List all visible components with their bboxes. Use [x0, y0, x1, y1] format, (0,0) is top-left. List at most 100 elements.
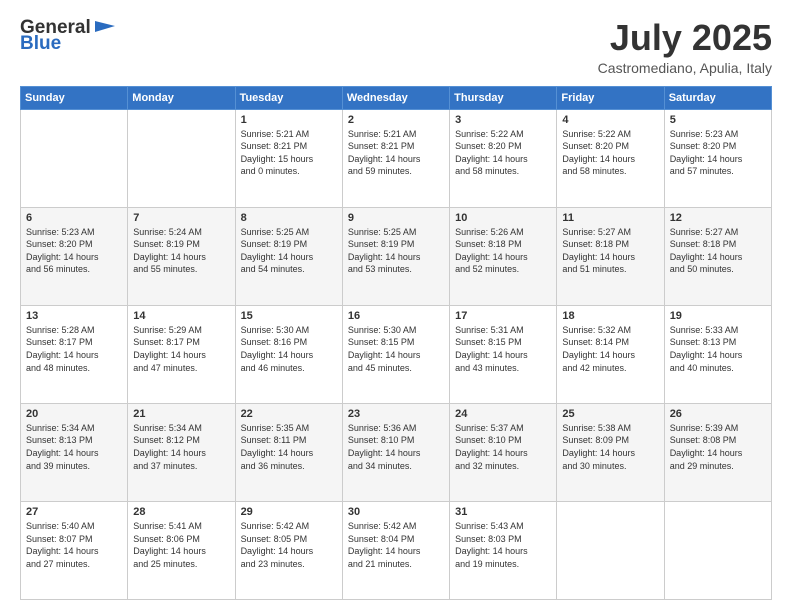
calendar-day-cell: 12Sunrise: 5:27 AMSunset: 8:18 PMDayligh…: [664, 207, 771, 305]
calendar-day-cell: 16Sunrise: 5:30 AMSunset: 8:15 PMDayligh…: [342, 305, 449, 403]
calendar-day-cell: 19Sunrise: 5:33 AMSunset: 8:13 PMDayligh…: [664, 305, 771, 403]
day-info: Sunrise: 5:42 AMSunset: 8:05 PMDaylight:…: [241, 520, 337, 570]
location-title: Castromediano, Apulia, Italy: [598, 60, 772, 76]
day-number: 15: [241, 310, 337, 322]
day-number: 10: [455, 212, 551, 224]
calendar-day-header: Wednesday: [342, 86, 449, 109]
day-number: 24: [455, 408, 551, 420]
calendar-day-cell: [664, 501, 771, 599]
calendar-day-cell: 18 Sunrise: 5:32 AMSunset: 8:14 PMDayligh…: [557, 305, 664, 403]
day-number: 21: [133, 408, 229, 420]
calendar-day-cell: 20Sunrise: 5:34 AMSunset: 8:13 PMDayligh…: [21, 403, 128, 501]
day-info: Sunrise: 5:35 AMSunset: 8:11 PMDaylight:…: [241, 422, 337, 472]
day-number: 16: [348, 310, 444, 322]
page: General Blue July 2025 Castromediano, Ap…: [0, 0, 792, 612]
day-number: 26: [670, 408, 766, 420]
day-number: 27: [26, 506, 122, 518]
calendar-day-cell: 1 Sunrise: 5:21 AMSunset: 8:21 PMDaylight…: [235, 109, 342, 207]
calendar-day-cell: 17 Sunrise: 5:31 AMSunset: 8:15 PMDayligh…: [450, 305, 557, 403]
day-number: 4: [562, 114, 658, 126]
calendar-day-header: Friday: [557, 86, 664, 109]
day-number: 14: [133, 310, 229, 322]
day-number: 31: [455, 506, 551, 518]
calendar-week-row: 20Sunrise: 5:34 AMSunset: 8:13 PMDayligh…: [21, 403, 772, 501]
logo-wing-icon: [93, 19, 115, 35]
calendar-day-cell: 10 Sunrise: 5:26 AMSunset: 8:18 PMDayligh…: [450, 207, 557, 305]
day-info: Sunrise: 5:43 AMSunset: 8:03 PMDaylight:…: [455, 520, 551, 570]
calendar-day-cell: 26 Sunrise: 5:39 AMSunset: 8:08 PMDayligh…: [664, 403, 771, 501]
day-number: 1: [241, 114, 337, 126]
calendar-day-cell: 23 Sunrise: 5:36 AMSunset: 8:10 PMDayligh…: [342, 403, 449, 501]
day-number: 2: [348, 114, 444, 126]
day-info: Sunrise: 5:31 AMSunset: 8:15 PMDaylight:…: [455, 324, 551, 374]
calendar-day-cell: 29 Sunrise: 5:42 AMSunset: 8:05 PMDayligh…: [235, 501, 342, 599]
day-info: Sunrise: 5:33 AMSunset: 8:13 PMDaylight:…: [670, 324, 766, 374]
calendar-day-cell: 27Sunrise: 5:40 AMSunset: 8:07 PMDayligh…: [21, 501, 128, 599]
day-info: Sunrise: 5:42 AMSunset: 8:04 PMDaylight:…: [348, 520, 444, 570]
day-info: Sunrise: 5:27 AMSunset: 8:18 PMDaylight:…: [562, 226, 658, 276]
calendar-day-cell: 3 Sunrise: 5:22 AMSunset: 8:20 PMDaylight…: [450, 109, 557, 207]
day-info: Sunrise: 5:37 AMSunset: 8:10 PMDaylight:…: [455, 422, 551, 472]
day-info: Sunrise: 5:22 AMSunset: 8:20 PMDaylight:…: [455, 128, 551, 178]
day-number: 7: [133, 212, 229, 224]
day-info: Sunrise: 5:25 AMSunset: 8:19 PMDaylight:…: [348, 226, 444, 276]
calendar-header-row: SundayMondayTuesdayWednesdayThursdayFrid…: [21, 86, 772, 109]
day-info: Sunrise: 5:30 AMSunset: 8:16 PMDaylight:…: [241, 324, 337, 374]
day-info: Sunrise: 5:23 AMSunset: 8:20 PMDaylight:…: [670, 128, 766, 178]
day-info: Sunrise: 5:41 AMSunset: 8:06 PMDaylight:…: [133, 520, 229, 570]
day-number: 30: [348, 506, 444, 518]
calendar-day-cell: 14Sunrise: 5:29 AMSunset: 8:17 PMDayligh…: [128, 305, 235, 403]
calendar-day-cell: 31 Sunrise: 5:43 AMSunset: 8:03 PMDayligh…: [450, 501, 557, 599]
day-info: Sunrise: 5:28 AMSunset: 8:17 PMDaylight:…: [26, 324, 122, 374]
day-info: Sunrise: 5:25 AMSunset: 8:19 PMDaylight:…: [241, 226, 337, 276]
day-info: Sunrise: 5:34 AMSunset: 8:12 PMDaylight:…: [133, 422, 229, 472]
calendar-day-header: Sunday: [21, 86, 128, 109]
calendar-day-header: Saturday: [664, 86, 771, 109]
day-info: Sunrise: 5:39 AMSunset: 8:08 PMDaylight:…: [670, 422, 766, 472]
calendar-day-cell: [128, 109, 235, 207]
calendar-day-cell: 22 Sunrise: 5:35 AMSunset: 8:11 PMDayligh…: [235, 403, 342, 501]
day-info: Sunrise: 5:21 AMSunset: 8:21 PMDaylight:…: [241, 128, 337, 178]
day-number: 23: [348, 408, 444, 420]
day-info: Sunrise: 5:22 AMSunset: 8:20 PMDaylight:…: [562, 128, 658, 178]
calendar-day-cell: 9 Sunrise: 5:25 AMSunset: 8:19 PMDaylight…: [342, 207, 449, 305]
day-info: Sunrise: 5:21 AMSunset: 8:21 PMDaylight:…: [348, 128, 444, 178]
calendar-day-cell: 13 Sunrise: 5:28 AMSunset: 8:17 PMDayligh…: [21, 305, 128, 403]
day-info: Sunrise: 5:23 AMSunset: 8:20 PMDaylight:…: [26, 226, 122, 276]
calendar-day-cell: 25Sunrise: 5:38 AMSunset: 8:09 PMDayligh…: [557, 403, 664, 501]
header: General Blue July 2025 Castromediano, Ap…: [20, 18, 772, 76]
calendar-week-row: 6 Sunrise: 5:23 AMSunset: 8:20 PMDaylight…: [21, 207, 772, 305]
logo: General Blue: [20, 18, 115, 55]
calendar-day-cell: 4 Sunrise: 5:22 AMSunset: 8:20 PMDaylight…: [557, 109, 664, 207]
day-number: 13: [26, 310, 122, 322]
day-info: Sunrise: 5:36 AMSunset: 8:10 PMDaylight:…: [348, 422, 444, 472]
day-number: 18: [562, 310, 658, 322]
day-info: Sunrise: 5:26 AMSunset: 8:18 PMDaylight:…: [455, 226, 551, 276]
day-number: 29: [241, 506, 337, 518]
calendar-day-header: Monday: [128, 86, 235, 109]
logo-blue-text: Blue: [20, 33, 61, 55]
calendar-table: SundayMondayTuesdayWednesdayThursdayFrid…: [20, 86, 772, 600]
day-number: 3: [455, 114, 551, 126]
calendar-week-row: 27Sunrise: 5:40 AMSunset: 8:07 PMDayligh…: [21, 501, 772, 599]
calendar-day-cell: [557, 501, 664, 599]
day-number: 11: [562, 212, 658, 224]
title-block: July 2025 Castromediano, Apulia, Italy: [598, 18, 772, 76]
calendar-day-cell: 6 Sunrise: 5:23 AMSunset: 8:20 PMDaylight…: [21, 207, 128, 305]
day-info: Sunrise: 5:24 AMSunset: 8:19 PMDaylight:…: [133, 226, 229, 276]
calendar-day-cell: 7 Sunrise: 5:24 AMSunset: 8:19 PMDaylight…: [128, 207, 235, 305]
day-info: Sunrise: 5:38 AMSunset: 8:09 PMDaylight:…: [562, 422, 658, 472]
calendar-day-cell: 2 Sunrise: 5:21 AMSunset: 8:21 PMDaylight…: [342, 109, 449, 207]
calendar-week-row: 1 Sunrise: 5:21 AMSunset: 8:21 PMDaylight…: [21, 109, 772, 207]
day-number: 22: [241, 408, 337, 420]
day-number: 9: [348, 212, 444, 224]
calendar-week-row: 13 Sunrise: 5:28 AMSunset: 8:17 PMDayligh…: [21, 305, 772, 403]
calendar-day-cell: [21, 109, 128, 207]
calendar-day-cell: 8Sunrise: 5:25 AMSunset: 8:19 PMDaylight…: [235, 207, 342, 305]
day-info: Sunrise: 5:32 AMSunset: 8:14 PMDaylight:…: [562, 324, 658, 374]
day-number: 6: [26, 212, 122, 224]
calendar-day-header: Thursday: [450, 86, 557, 109]
day-number: 20: [26, 408, 122, 420]
day-number: 12: [670, 212, 766, 224]
day-number: 17: [455, 310, 551, 322]
